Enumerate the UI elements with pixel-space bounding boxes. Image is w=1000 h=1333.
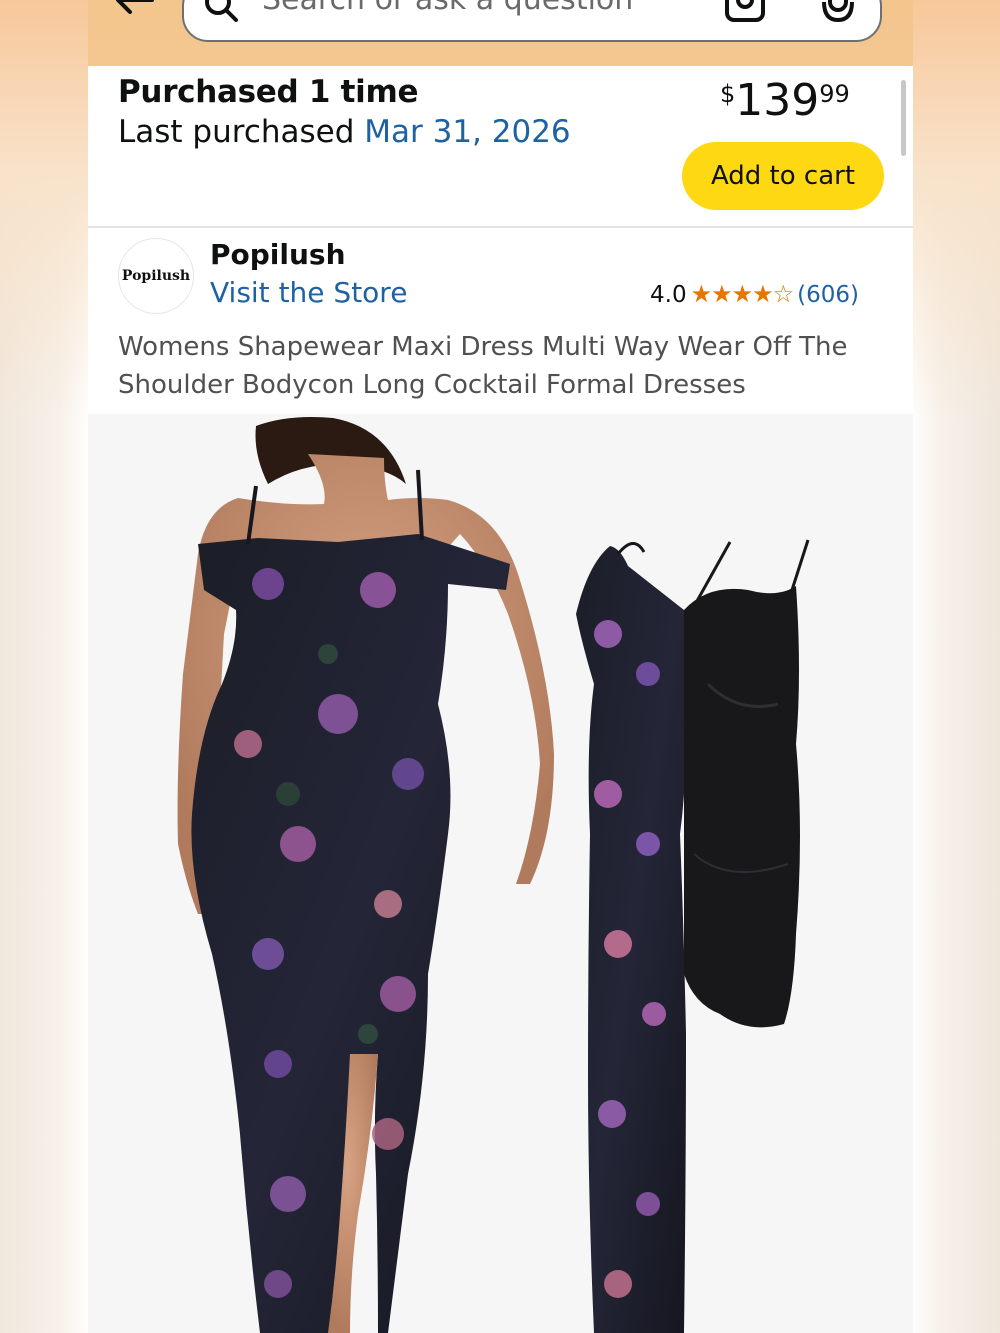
add-to-cart-button[interactable]: Add to cart [682, 142, 884, 210]
product-image[interactable] [88, 414, 913, 1333]
price: $13999 [720, 76, 850, 126]
product-title: Womens Shapewear Maxi Dress Multi Way We… [118, 332, 848, 400]
app-screen: Search or ask a question Purchased 1 tim… [88, 0, 913, 1333]
star-rating-icon: ★★★★☆ [690, 280, 795, 308]
store-section: Popilush Popilush Visit the Store 4.0 ★★★… [88, 228, 913, 414]
rating-value: 4.0 [650, 282, 687, 308]
scrollbar[interactable] [901, 80, 906, 156]
review-count[interactable]: (606) [797, 282, 859, 308]
shapewear-bodysuit [684, 539, 810, 1028]
search-input[interactable]: Search or ask a question [182, 0, 882, 42]
price-whole: 139 [735, 75, 820, 126]
last-purchased-date[interactable]: Mar 31, 2026 [364, 114, 570, 150]
store-logo-text: Popilush [121, 268, 191, 284]
purchase-history-card: Purchased 1 time Last purchased Mar 31, … [88, 66, 913, 226]
visit-store-link[interactable]: Visit the Store [210, 276, 407, 309]
search-placeholder[interactable]: Search or ask a question [262, 0, 633, 17]
store-name: Popilush [210, 238, 346, 271]
price-fraction: 99 [819, 80, 850, 108]
rating[interactable]: 4.0 ★★★★☆ (606) [650, 280, 859, 308]
last-purchased-label: Last purchased [118, 114, 365, 150]
flatlay-dress [576, 542, 687, 1333]
back-arrow-icon[interactable] [112, 0, 156, 22]
search-icon [205, 0, 238, 22]
purchased-count: Purchased 1 time [118, 74, 419, 110]
camera-icon[interactable] [724, 0, 766, 26]
price-symbol: $ [720, 80, 736, 108]
product-photo [177, 417, 810, 1333]
last-purchased-line: Last purchased Mar 31, 2026 [118, 114, 571, 150]
mic-icon[interactable] [820, 0, 856, 26]
store-logo[interactable]: Popilush [118, 238, 194, 314]
search-header: Search or ask a question [88, 0, 913, 66]
